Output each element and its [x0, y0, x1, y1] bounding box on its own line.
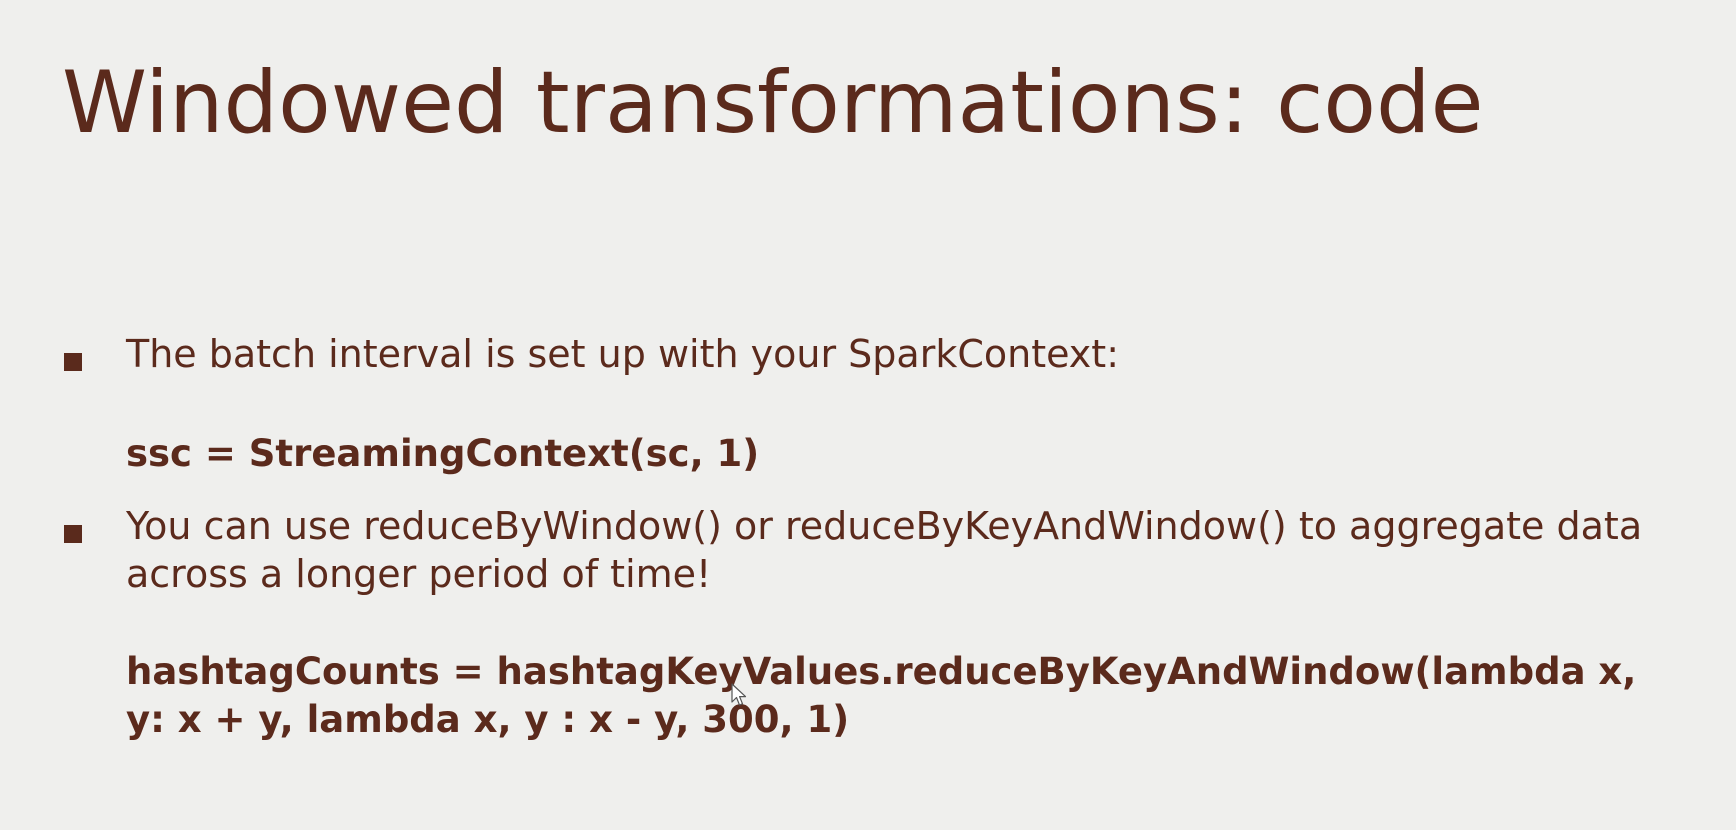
code-snippet-1: ssc = StreamingContext(sc, 1)	[126, 432, 760, 475]
code-snippet-2: hashtagCounts = hashtagKeyValues.reduceB…	[126, 650, 1637, 741]
bullet-text-1: The batch interval is set up with your S…	[126, 332, 1119, 376]
bullet-text-2: You can use reduceByWindow() or reduceBy…	[126, 504, 1643, 596]
mouse-pointer-icon	[731, 683, 747, 706]
square-bullet-icon	[64, 353, 82, 371]
slide-title: Windowed transformations: code	[62, 53, 1484, 153]
slide: Windowed transformations: code The batch…	[0, 0, 1736, 830]
square-bullet-icon	[64, 525, 82, 543]
